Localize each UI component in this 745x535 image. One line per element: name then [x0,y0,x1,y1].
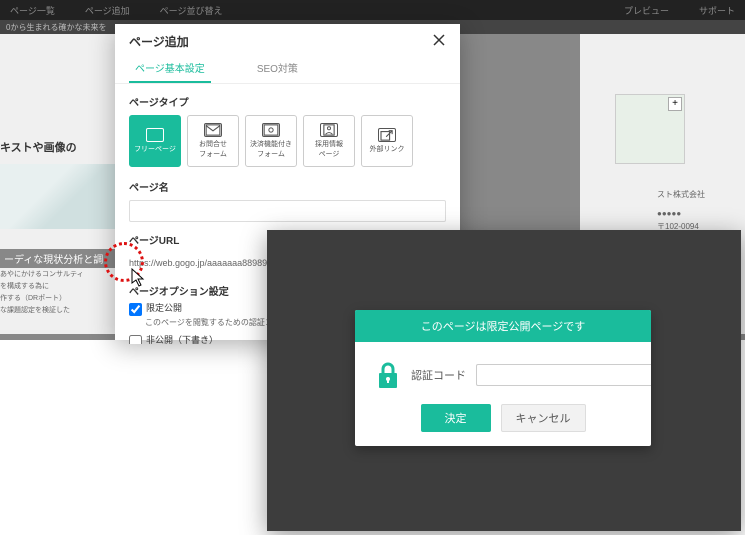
dialog-tabs: ページ基本設定 SEO対策 [115,54,460,84]
bg-subheading: ーディな現状分析と調 [0,249,115,268]
type-card-recruit-page[interactable]: 採用情報 ページ [303,115,355,167]
envelope-icon [204,123,222,137]
left-preview-panel: キストや画像の ーディな現状分析と調 あやにかけるコンサルティ を構成する為に … [0,34,115,334]
auth-code-input[interactable] [476,364,651,386]
type-card-contact-form[interactable]: お問合せ フォーム [187,115,239,167]
page-type-label: ページタイプ [129,94,446,109]
cancel-button[interactable]: キャンセル [501,404,586,432]
page-name-label: ページ名 [129,179,446,194]
toolbar-item: サポート [699,4,735,17]
external-link-icon [378,128,396,142]
bg-image-placeholder [0,164,115,229]
type-card-external-link[interactable]: 外部リンク [361,115,413,167]
toolbar-item: ページ並び替え [160,4,223,17]
payment-icon [262,123,280,137]
unpublish-checkbox[interactable] [129,335,142,344]
limited-publish-label: 限定公開 [146,302,182,315]
bg-text: な課題認定を検証した [0,306,115,316]
person-icon [320,123,338,137]
type-card-free-page[interactable]: フリーページ [129,115,181,167]
map-placeholder: + [615,94,685,164]
page-icon [146,128,164,142]
bg-heading: キストや画像の [0,139,115,155]
map-zoom-in-icon: + [668,97,682,111]
bg-text: あやにかけるコンサルティ [0,270,115,280]
auth-code-label: 認証コード [411,367,466,383]
auth-dialog: このページは限定公開ページです 認証コード 決定 キャンセル [355,310,651,446]
lock-icon [375,360,401,390]
tab-seo[interactable]: SEO対策 [251,54,304,83]
type-card-payment-form[interactable]: 決済機能付き フォーム [245,115,297,167]
dialog-title: ページ追加 [129,33,189,50]
toolbar: ページ一覧 ページ追加 ページ並び替え プレビュー サポート [0,0,745,20]
unpublish-label: 非公開（下書き） [146,334,218,344]
page-type-cards: フリーページ お問合せ フォーム 決済機能付き フォーム 採用情報 ページ 外部… [129,115,446,167]
bg-text: を構成する為に [0,282,115,292]
page-name-input[interactable] [129,200,446,222]
toolbar-item: プレビュー [624,4,669,17]
limited-publish-checkbox[interactable] [129,303,142,316]
submit-button[interactable]: 決定 [421,404,491,432]
close-button[interactable] [432,32,446,50]
tab-basic-settings[interactable]: ページ基本設定 [129,54,211,83]
bg-text: 作する（DRポート） [0,294,115,304]
toolbar-item: ページ一覧 [10,4,55,17]
close-icon [432,33,446,47]
auth-preview-window: このページは限定公開ページです 認証コード 決定 キャンセル [267,230,741,531]
auth-dialog-title: このページは限定公開ページです [355,310,651,342]
toolbar-item: ページ追加 [85,4,130,17]
